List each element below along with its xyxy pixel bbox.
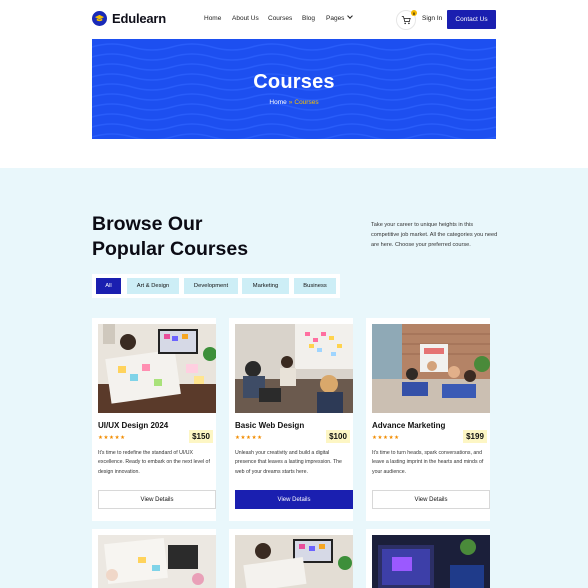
chevron-down-icon [347,13,354,19]
view-details-button[interactable]: View Details [235,490,353,509]
contact-button[interactable]: Contact Us [447,10,496,29]
rating-stars-icon: ★★★★★ [235,435,263,441]
course-description: It's time to redefine the standard of UI… [98,450,210,475]
view-details-button[interactable]: View Details [98,490,216,509]
course-title[interactable]: Advance Marketing [372,421,445,430]
page-title: Courses [253,71,335,93]
breadcrumb-separator: » [288,99,293,106]
brand-logo[interactable]: Edulearn [92,11,166,26]
graduation-cap-icon [92,11,107,26]
breadcrumb-home[interactable]: Home [269,99,286,106]
nav-pages[interactable]: Pages [326,13,354,22]
course-title[interactable]: UI/UX Design 2024 [98,421,168,430]
breadcrumb-current: Courses [294,99,319,106]
filter-all[interactable]: All [96,278,121,294]
filter-business[interactable]: Business [294,278,336,294]
signin-link[interactable]: Sign In [422,15,442,22]
course-card[interactable] [366,529,490,588]
filter-art-design[interactable]: Art & Design [127,278,179,294]
category-filters: All Art & Design Development Marketing B… [92,274,340,298]
course-image [372,324,490,413]
cart-icon [401,16,411,25]
breadcrumb: Home» Courses [0,99,588,106]
cart-count-badge: 0 [411,10,417,16]
section-heading-line1: Browse Our [92,213,203,235]
course-image [235,535,353,588]
course-card[interactable]: UI/UX Design 2024 ★★★★★ $150 It's time t… [92,318,216,521]
view-details-button[interactable]: View Details [372,490,490,509]
course-card[interactable] [229,529,353,588]
nav-courses[interactable]: Courses [268,15,292,22]
section-intro: Take your career to unique heights in th… [371,222,498,248]
course-description: Unleash your creativity and build a digi… [235,450,342,475]
course-card[interactable]: Advance Marketing ★★★★★ $199 It's time t… [366,318,490,521]
filter-marketing[interactable]: Marketing [242,278,289,294]
course-card[interactable]: Basic Web Design ★★★★★ $100 Unleash your… [229,318,353,521]
nav-blog[interactable]: Blog [302,15,315,22]
course-card[interactable] [92,529,216,588]
section-heading: Browse Our Popular Courses [92,212,292,262]
course-image [372,535,490,588]
course-price: $150 [189,430,213,443]
nav-home[interactable]: Home [204,15,221,22]
course-title[interactable]: Basic Web Design [235,421,304,430]
course-price: $100 [326,430,350,443]
course-image [98,324,216,413]
course-image [235,324,353,413]
brand-name: Edulearn [112,11,167,26]
cart-button[interactable]: 0 [396,10,417,30]
nav-pages-label: Pages [326,15,345,22]
course-description: It's time to turn heads, spark conversat… [372,450,484,475]
rating-stars-icon: ★★★★★ [372,435,400,441]
course-price: $199 [463,430,487,443]
site-header: Edulearn Home About Us Courses Blog Page… [0,0,588,39]
section-heading-line2: Popular Courses [92,238,249,260]
filter-development[interactable]: Development [184,278,238,294]
rating-stars-icon: ★★★★★ [98,435,126,441]
course-image [98,535,216,588]
nav-about[interactable]: About Us [232,15,259,22]
